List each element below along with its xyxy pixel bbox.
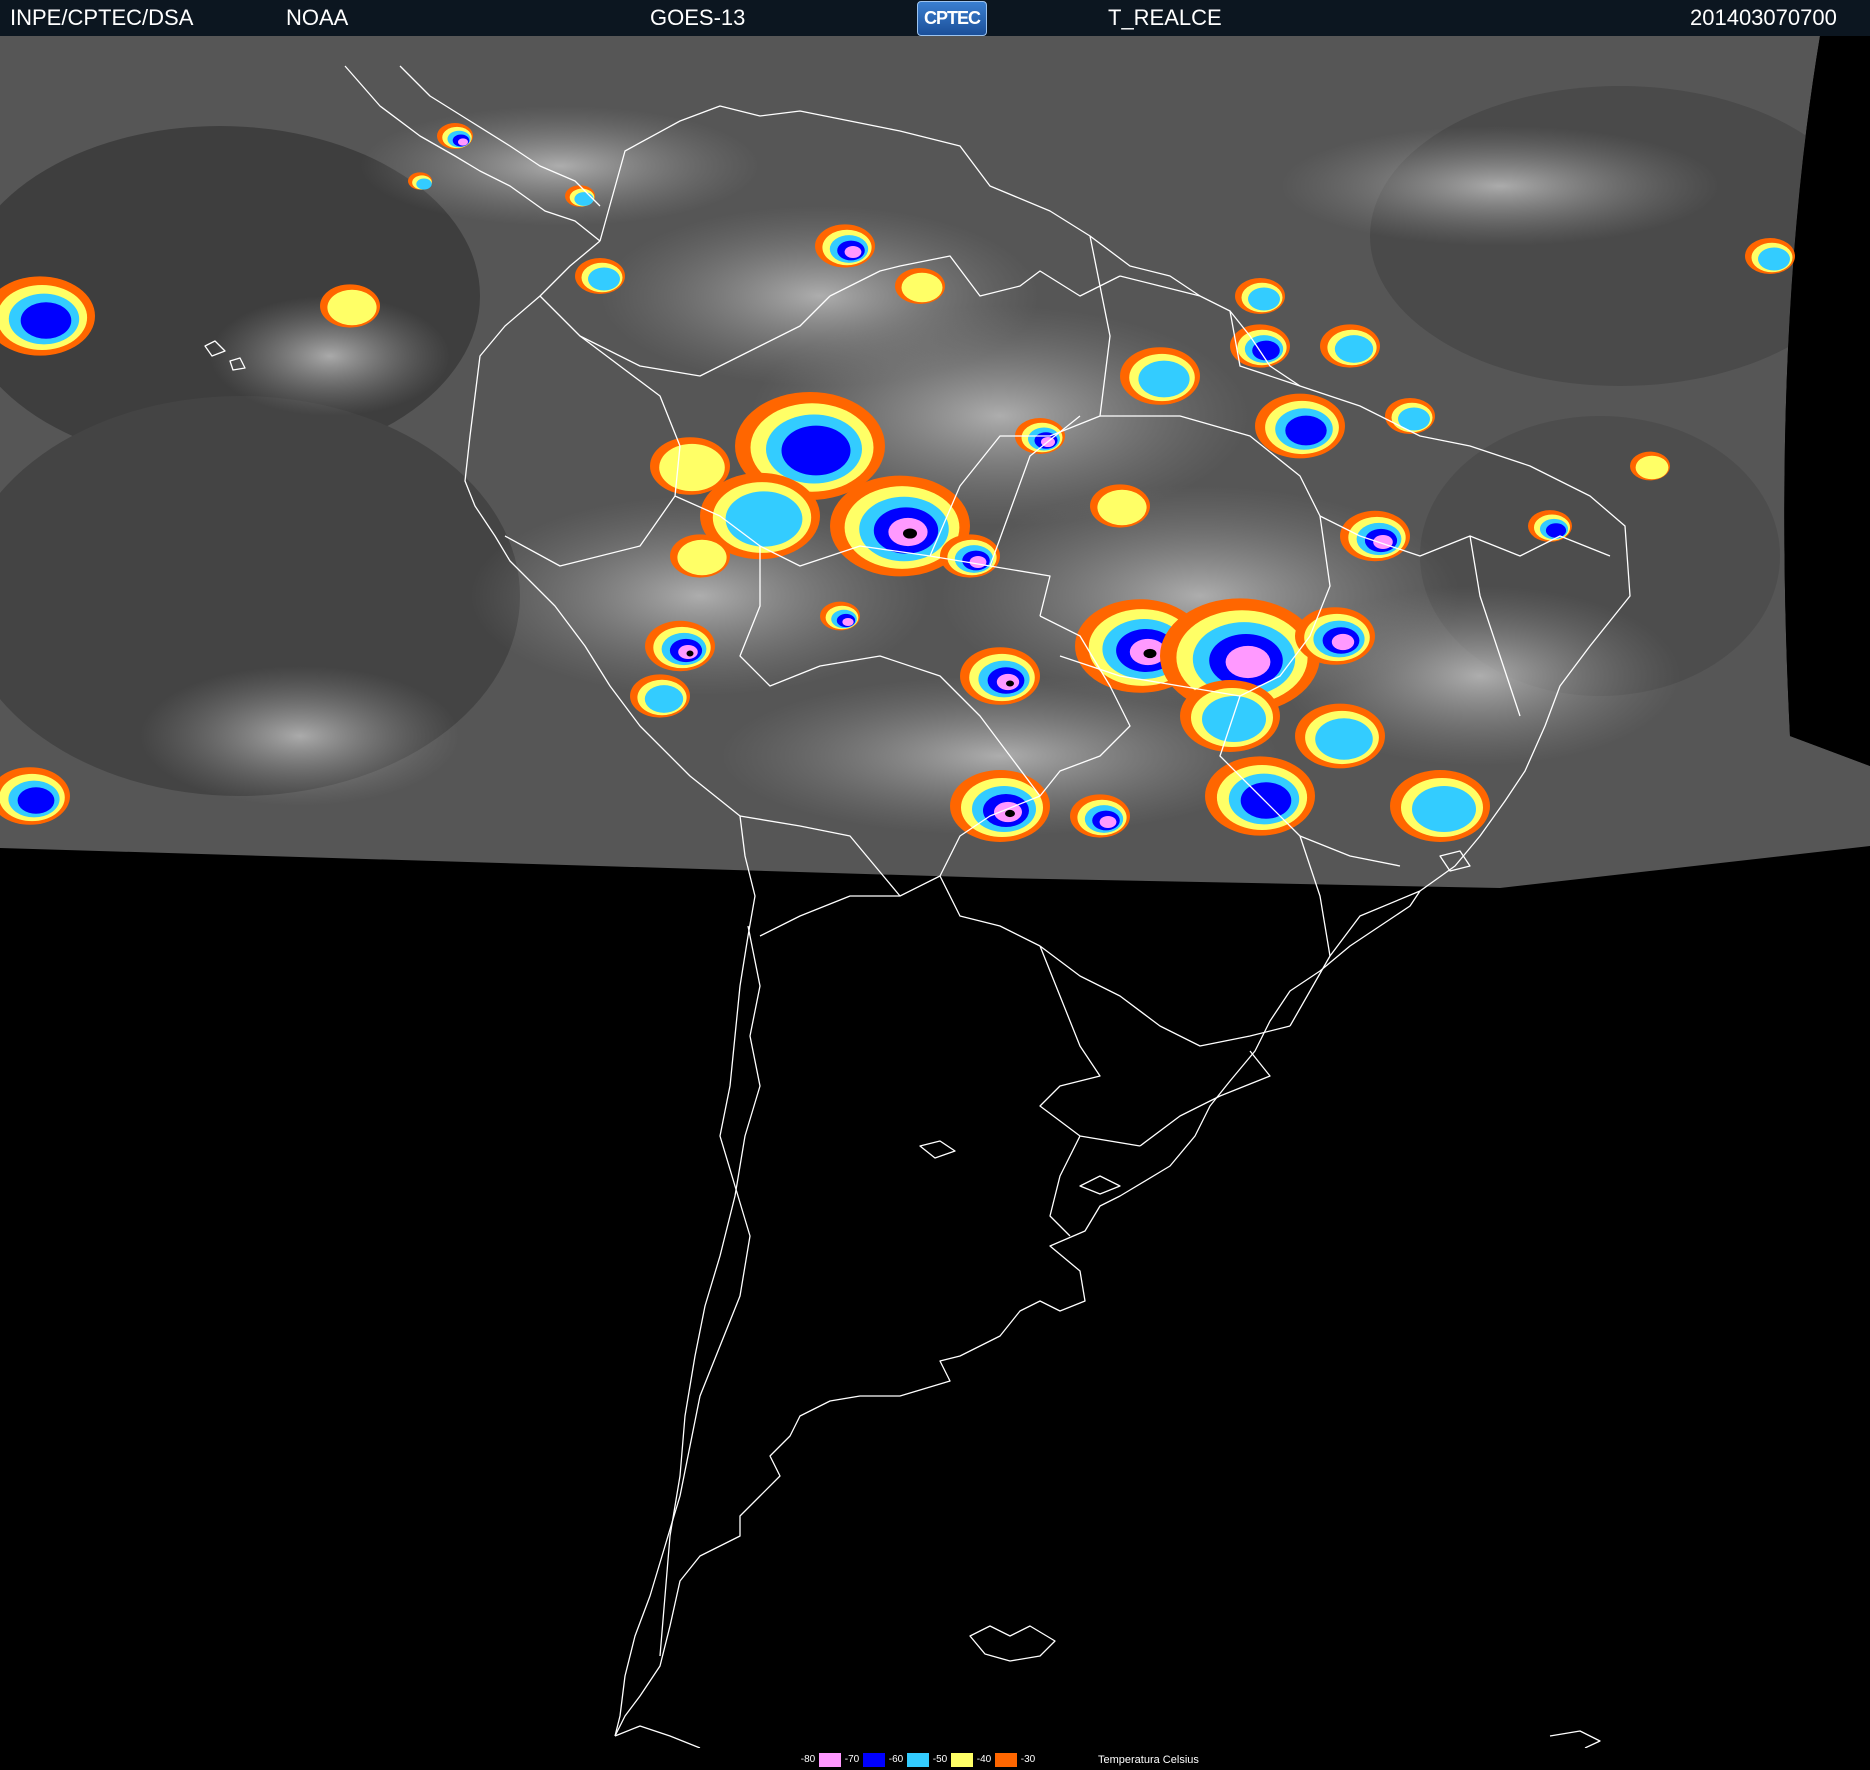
cloud-top-cell	[1202, 695, 1266, 743]
cloud-top-cell	[416, 178, 432, 190]
organization-label: INPE/CPTEC/DSA	[10, 5, 194, 30]
uruguay-argentina-border	[1049, 1135, 1081, 1237]
legend-label: -50	[929, 1753, 951, 1767]
satellite-image-viewer: INPE/CPTEC/DSA NOAA GOES-13 CPTEC T_REAL…	[0, 0, 1870, 1770]
chile-argentina-border	[659, 925, 761, 1657]
legend-caption: Temperatura Celsius	[1098, 1754, 1199, 1766]
cloud-top-cell	[1758, 247, 1790, 271]
cloud-top-cell	[1334, 335, 1374, 363]
cloud-top-cell	[1331, 633, 1355, 651]
cloud-top-cell	[644, 685, 684, 713]
cloud-top-cell	[1252, 340, 1280, 361]
paraguay-borders	[1039, 945, 1291, 1047]
south-georgia-island	[1549, 1730, 1601, 1748]
temperature-legend: Temperatura Celsius -80 -70 -60 -50 -40 -30	[0, 1750, 1870, 1770]
cloud-top-cell	[1240, 782, 1292, 819]
legend-swatch	[951, 1753, 973, 1767]
legend-swatch	[907, 1753, 929, 1767]
cloud-top-cell	[844, 245, 862, 259]
legend-label: -70	[841, 1753, 863, 1767]
cloud-top-cell	[1248, 287, 1280, 311]
cloud-top-cell	[677, 539, 727, 576]
brazil-south-border	[1289, 890, 1421, 1027]
agency-label: NOAA	[286, 5, 349, 30]
falkland-islands	[969, 1625, 1056, 1662]
bolivia-chile-border	[759, 875, 941, 937]
cloud-top-cell	[457, 138, 469, 146]
cloud-top-cell	[588, 267, 620, 291]
cloud-top-cell	[1143, 648, 1157, 659]
satellite-label: GOES-13	[650, 5, 746, 30]
cloud-top-cell	[20, 302, 72, 339]
cloud-top-cell	[725, 491, 803, 547]
product-label: T_REALCE	[1108, 5, 1222, 30]
legend-swatch	[995, 1753, 1017, 1767]
island-lagoon	[1079, 1175, 1121, 1195]
header-bar: INPE/CPTEC/DSA NOAA GOES-13 CPTEC T_REAL…	[0, 0, 1870, 36]
cloud-top-cell	[1285, 415, 1327, 446]
cloud-top-cell	[1315, 718, 1373, 760]
paraguay-argentina-border	[1039, 945, 1141, 1147]
cloud-top-cell	[969, 555, 987, 569]
legend-swatch	[863, 1753, 885, 1767]
tierra-del-fuego	[614, 1725, 701, 1748]
cloud-top-cell	[1097, 489, 1147, 526]
cloud-top-cell	[903, 528, 917, 539]
cloud-top-cell	[901, 272, 943, 303]
cloud-top-cell	[1225, 645, 1271, 679]
legend-label: -60	[885, 1753, 907, 1767]
cptec-logo: CPTEC	[917, 1, 987, 36]
cloud-top-cell	[659, 443, 725, 492]
cloud-top-cell	[1545, 523, 1567, 538]
brazil-uruguay-border	[1139, 1050, 1271, 1147]
cloud-top-cell	[1099, 815, 1117, 829]
cloud-top-cell	[1412, 785, 1476, 833]
legend-label: -30	[1017, 1753, 1039, 1767]
legend-swatch	[819, 1753, 841, 1767]
cloud-top-cell	[1006, 680, 1014, 687]
cloud-top-cell	[17, 787, 55, 814]
cloud-top-cell	[781, 425, 851, 476]
cloud-top-cell	[327, 289, 377, 326]
legend-label: -40	[973, 1753, 995, 1767]
legend-label: -80	[797, 1753, 819, 1767]
satellite-map	[0, 36, 1870, 1748]
cloud-top-cell	[1138, 360, 1190, 398]
datetime-label: 201403070700	[1690, 5, 1837, 30]
cloud-top-cell	[686, 650, 694, 657]
cloud-top-cell	[842, 617, 854, 627]
cloud-top-cell	[1005, 809, 1015, 818]
island-valdes	[919, 1140, 956, 1159]
cloud-top-cell	[574, 192, 594, 206]
cloud-top-cell	[1635, 455, 1669, 480]
infrared-day-region	[0, 36, 1870, 888]
